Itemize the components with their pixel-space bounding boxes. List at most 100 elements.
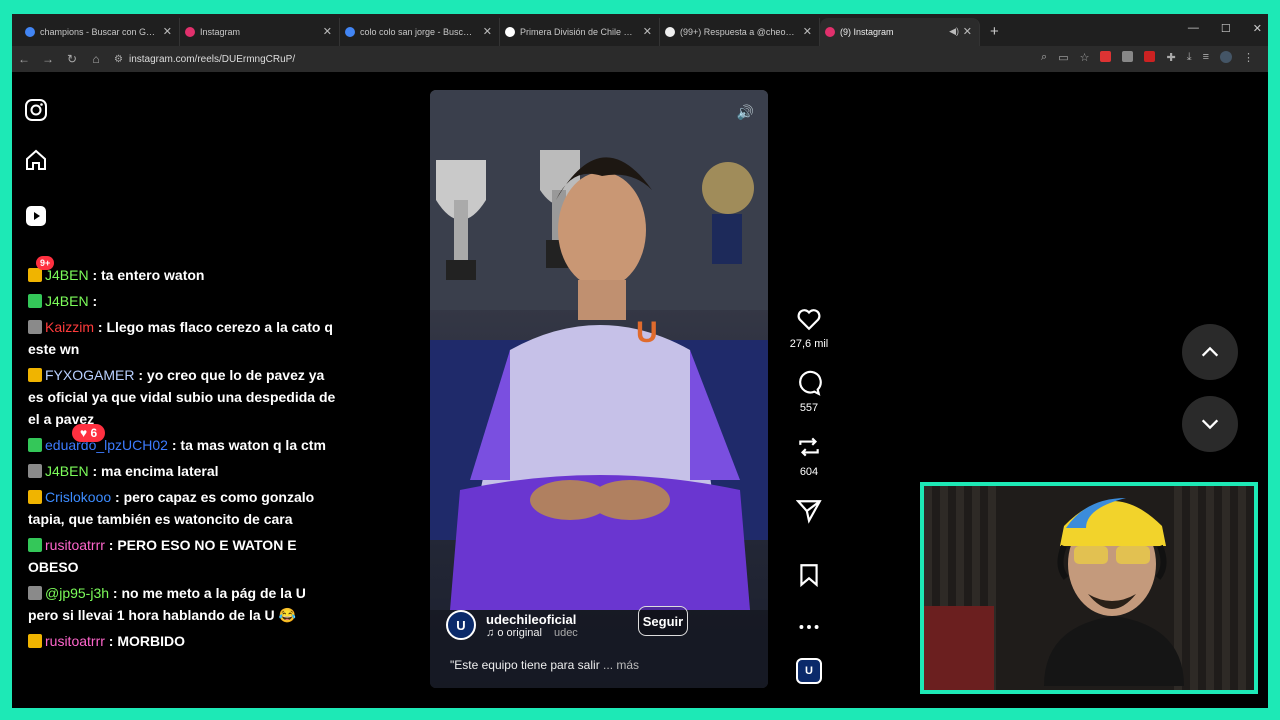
close-icon[interactable]: ✕ <box>643 25 652 38</box>
chat-username[interactable]: Kaizzim <box>45 319 94 335</box>
tab-colo-colo[interactable]: colo colo san jorge - Buscar con Google ✕ <box>340 18 500 46</box>
chat-message: Kaizzim : Llego mas flaco cerezo a la ca… <box>28 316 338 360</box>
chat-username[interactable]: J4BEN <box>45 463 89 479</box>
svg-text:U: U <box>636 316 658 349</box>
extension-icon[interactable] <box>1122 51 1134 62</box>
chat-username[interactable]: eduardo_lpzUCH02 <box>45 437 168 453</box>
follow-button[interactable]: Seguir <box>638 606 688 636</box>
chat-message-list: J4BEN : ta entero waton J4BEN : Kaizzim : … <box>28 264 338 652</box>
extension-icon[interactable] <box>1100 51 1112 62</box>
tab-tiktok[interactable]: (99+) Respuesta a @cheosaez a ✕ <box>660 18 820 46</box>
chat-badge-icon <box>28 586 42 600</box>
audio-label[interactable]: ♫ o original udec <box>486 627 578 639</box>
close-icon[interactable]: ✕ <box>963 25 972 38</box>
chat-username[interactable]: rusitoatrrr <box>45 537 105 553</box>
share-button[interactable] <box>784 498 834 562</box>
tab-instagram-active[interactable]: (9) Instagram ◀) ✕ <box>820 18 980 46</box>
chat-username[interactable]: rusitoatrrr <box>45 633 105 649</box>
chat-message: rusitoatrrr : MORBIDO <box>28 630 338 652</box>
music-note-icon: ♫ <box>486 626 498 639</box>
reels-icon[interactable] <box>24 204 48 228</box>
chat-message: J4BEN : <box>28 290 338 312</box>
tab-strip: champions - Buscar con Google ✕ Instagram… <box>12 14 1268 46</box>
tab-label: (99+) Respuesta a @cheosaez a <box>680 27 797 37</box>
tab-label: (9) Instagram <box>840 27 894 37</box>
chat-badge-icon <box>28 320 42 334</box>
wikipedia-icon <box>505 27 515 37</box>
chat-message: @jp95-j3h : no me meto a la pág de la U … <box>28 582 338 626</box>
minimize-icon[interactable]: — <box>1188 22 1199 35</box>
more-link[interactable]: ... más <box>603 658 639 672</box>
account-avatar[interactable]: U <box>446 610 476 640</box>
close-icon[interactable]: ✕ <box>163 25 172 38</box>
chat-text: : <box>92 293 98 309</box>
heart-count: 6 <box>90 426 98 440</box>
url-text: instagram.com/reels/DUErmngCRuP/ <box>128 53 296 65</box>
chat-text: : ta mas waton q la ctm <box>171 437 326 453</box>
menu-icon[interactable]: ≡ <box>1203 51 1209 64</box>
chat-badge-icon <box>28 538 42 552</box>
profile-avatar[interactable] <box>1220 51 1232 63</box>
tab-instagram[interactable]: Instagram ✕ <box>180 18 340 46</box>
speaker-icon[interactable]: ◀) <box>949 26 959 37</box>
tab-label: Primera División de Chile 2019 - Wikiped… <box>520 27 637 37</box>
bookmark-icon <box>800 564 818 588</box>
maximize-icon[interactable]: ☐ <box>1221 22 1231 35</box>
reel-caption[interactable]: "Este equipo tiene para salir ... más <box>450 658 639 672</box>
chat-username[interactable]: J4BEN <box>45 293 89 309</box>
tab-champions[interactable]: champions - Buscar con Google ✕ <box>20 18 180 46</box>
window-controls: — ☐ ✕ <box>1188 22 1262 35</box>
forward-icon[interactable]: → <box>36 52 60 66</box>
new-tab-button[interactable]: + <box>980 23 1007 46</box>
close-icon[interactable]: ✕ <box>483 25 492 38</box>
volume-icon[interactable]: 🔊 <box>737 104 754 121</box>
google-icon <box>345 27 355 37</box>
webcam-image <box>924 486 1254 690</box>
chat-badge-icon <box>28 438 42 452</box>
account-name[interactable]: udechileoficial <box>486 612 578 627</box>
comment-button[interactable]: 557 <box>784 370 834 434</box>
more-icon[interactable]: ⋮ <box>1243 51 1254 64</box>
close-icon[interactable]: ✕ <box>803 25 812 38</box>
tab-wikipedia[interactable]: Primera División de Chile 2019 - Wikiped… <box>500 18 660 46</box>
previous-reel-button[interactable] <box>1182 324 1238 380</box>
close-window-icon[interactable]: ✕ <box>1253 22 1262 35</box>
chat-message: Crislokooo : pero capaz es como gonzalo … <box>28 486 338 530</box>
download-icon[interactable]: ⤓ <box>1187 51 1192 64</box>
tab-label: Instagram <box>200 27 241 37</box>
address-bar[interactable]: ⚙ instagram.com/reels/DUErmngCRuP/ <box>114 54 295 65</box>
chat-username[interactable]: J4BEN <box>45 267 89 283</box>
next-reel-button[interactable] <box>1182 396 1238 452</box>
like-button[interactable]: 27,6 mil <box>784 306 834 370</box>
tab-label: colo colo san jorge - Buscar con Google <box>360 27 477 37</box>
tab-label: champions - Buscar con Google <box>40 27 157 37</box>
toolbar-icons: ⌕ ▭ ☆ ✚ ⤓ ≡ ⋮ <box>1041 51 1254 64</box>
chat-username[interactable]: FYXOGAMER <box>45 367 134 383</box>
chat-username[interactable]: Crislokooo <box>45 489 111 505</box>
chat-username[interactable]: @jp95-j3h <box>45 585 109 601</box>
extension-icon[interactable] <box>1144 51 1156 62</box>
reload-icon[interactable]: ↻ <box>60 52 84 66</box>
puzzle-icon[interactable]: ✚ <box>1166 51 1175 64</box>
chat-badge-icon <box>28 268 42 282</box>
save-button[interactable] <box>784 562 834 614</box>
instagram-logo-icon[interactable] <box>24 98 48 122</box>
site-info-icon[interactable]: ⚙ <box>114 54 123 65</box>
audio-avatar[interactable]: U <box>796 658 822 684</box>
reel-video-frame: U <box>430 90 768 688</box>
back-icon[interactable]: ← <box>12 52 36 66</box>
reel-account[interactable]: U udechileoficial ♫ o original udec <box>446 610 578 640</box>
bookmark-star-icon[interactable]: ☆ <box>1080 51 1090 64</box>
reel-video[interactable]: U 🔊 U udechileoficial ♫ o original udec S… <box>430 90 768 688</box>
tiktok-icon <box>665 27 675 37</box>
instagram-page: 9+ J4BEN : ta entero waton J4BEN : Kaizzim… <box>12 74 1268 708</box>
close-icon[interactable]: ✕ <box>323 25 332 38</box>
cast-icon[interactable]: ▭ <box>1058 51 1068 64</box>
caption-text: "Este equipo tiene para salir <box>450 658 600 672</box>
home-icon[interactable]: ⌂ <box>84 52 108 66</box>
chevron-up-icon <box>1201 346 1219 357</box>
home-icon[interactable] <box>24 148 48 172</box>
audio-scroll-text: udec <box>553 626 578 639</box>
zoom-icon[interactable]: ⌕ <box>1041 51 1047 64</box>
repost-button[interactable]: 604 <box>784 434 834 498</box>
